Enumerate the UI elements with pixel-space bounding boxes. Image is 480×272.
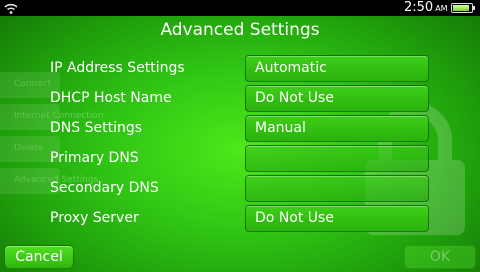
status-bar: 2:50 AM [0, 0, 480, 16]
background-menu-label: Delete [14, 143, 44, 153]
clock: 2:50 AM [404, 0, 448, 16]
ok-button[interactable]: OK [404, 245, 476, 269]
settings-screen: Connect Internet Connection Delete Advan… [0, 0, 480, 272]
wifi-icon [4, 3, 18, 14]
background-menu-label: Connect [14, 79, 52, 89]
dns-settings-field[interactable]: Manual [245, 115, 429, 142]
proxy-server-label: Proxy Server [50, 210, 139, 226]
dhcp-host-name-field[interactable]: Do Not Use [245, 85, 429, 112]
secondary-dns-label: Secondary DNS [50, 180, 159, 196]
ip-address-settings-label: IP Address Settings [50, 60, 185, 76]
ip-address-settings-field[interactable]: Automatic [245, 55, 429, 82]
clock-ampm: AM [435, 4, 448, 13]
cancel-button[interactable]: Cancel [4, 245, 74, 269]
dhcp-host-name-label: DHCP Host Name [50, 90, 172, 106]
page-title: Advanced Settings [160, 20, 320, 40]
secondary-dns-field[interactable] [245, 175, 429, 202]
primary-dns-label: Primary DNS [50, 150, 139, 166]
proxy-server-field[interactable]: Do Not Use [245, 205, 429, 232]
clock-time: 2:50 [404, 0, 434, 15]
primary-dns-field[interactable] [245, 145, 429, 172]
battery-icon [451, 3, 475, 13]
dns-settings-label: DNS Settings [50, 120, 143, 136]
